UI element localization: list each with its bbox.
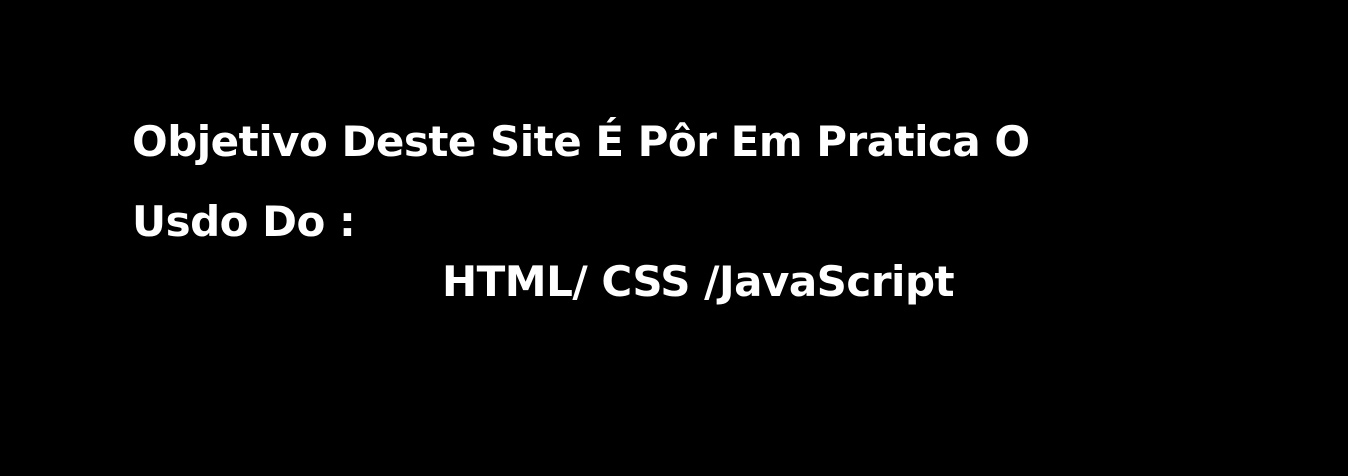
banner-text-line-1: Objetivo Deste Site É Pôr Em Pratica O — [132, 117, 1030, 166]
banner-text-line-2: Usdo Do : — [132, 197, 356, 246]
banner-tech-list: HTML/ CSS /JavaScript — [442, 257, 955, 306]
intro-banner: Objetivo Deste Site É Pôr Em Pratica O U… — [0, 0, 1348, 476]
